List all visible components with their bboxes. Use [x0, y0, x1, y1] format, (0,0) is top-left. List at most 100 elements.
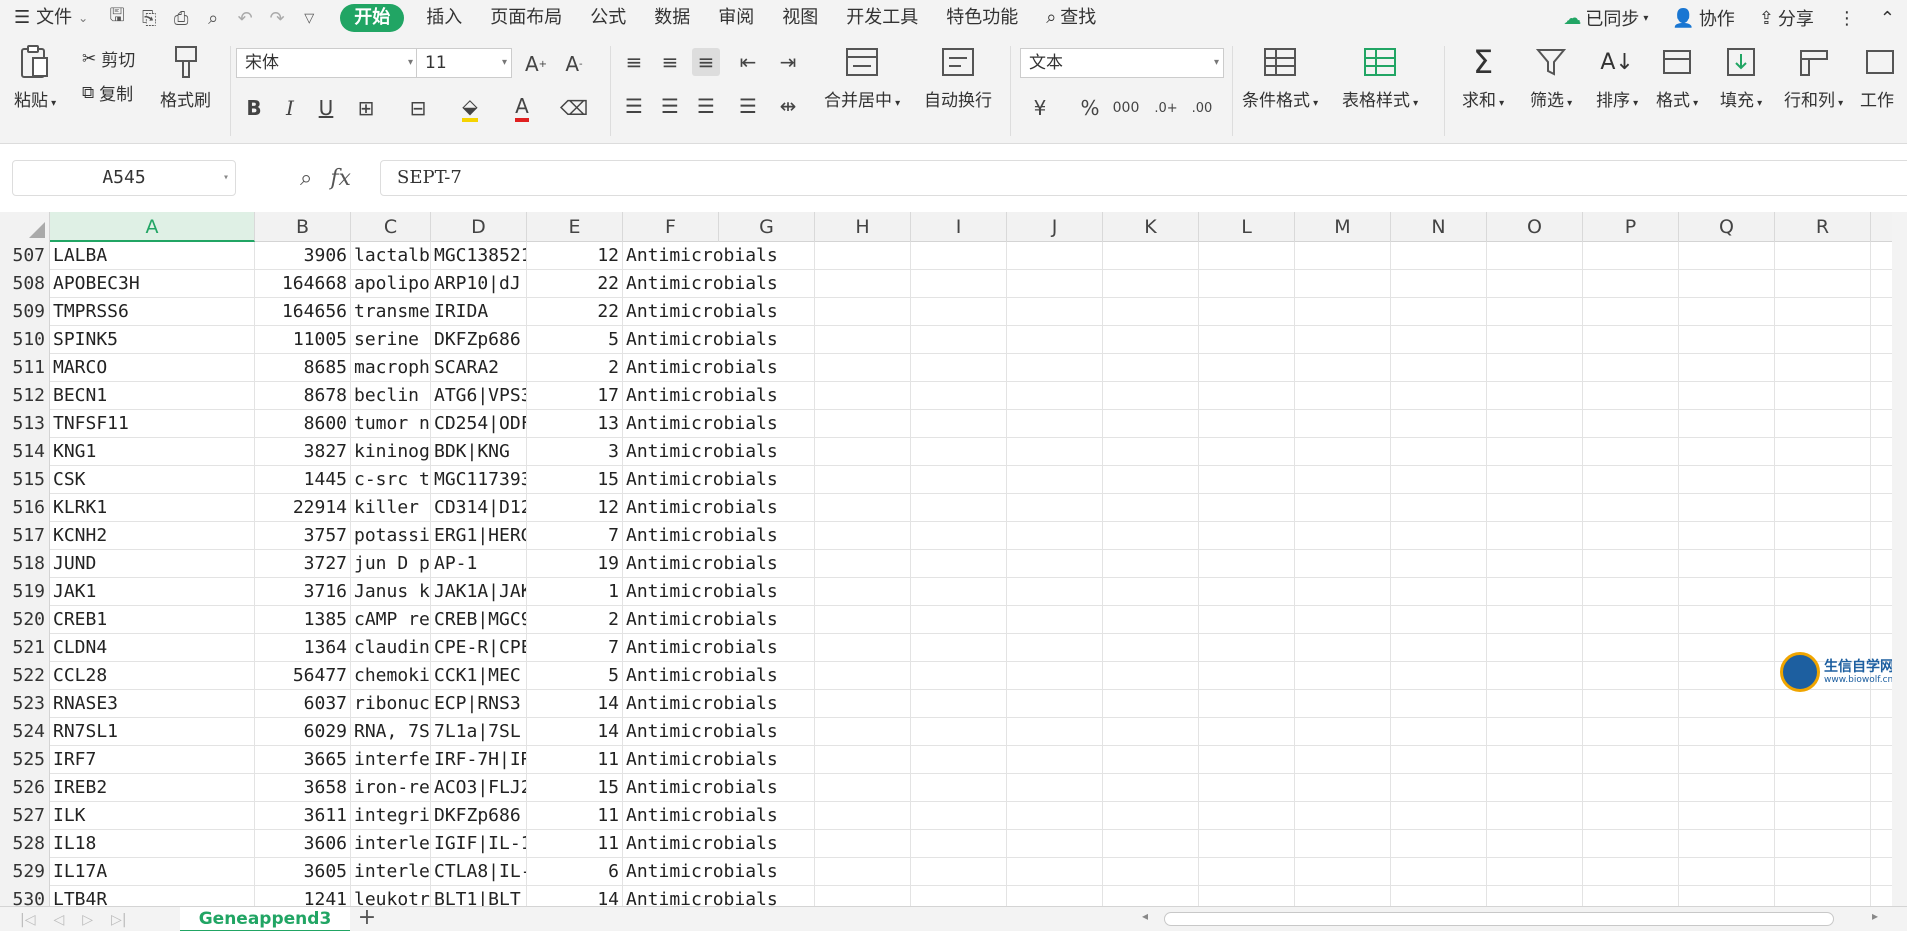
cell-b[interactable]: 164656: [255, 298, 351, 326]
cell-k[interactable]: [1103, 494, 1199, 522]
cell-a[interactable]: CREB1: [50, 606, 255, 634]
cell-c[interactable]: potassium: [351, 522, 431, 550]
cell-h[interactable]: [815, 690, 911, 718]
more-options-button[interactable]: ⋮: [1826, 8, 1868, 29]
cell-p[interactable]: [1583, 382, 1679, 410]
sort-button[interactable]: A↓ 排序 ▾: [1596, 42, 1638, 112]
row-header[interactable]: 524: [0, 718, 50, 746]
cell-p[interactable]: [1583, 354, 1679, 382]
cell-c[interactable]: interfero: [351, 746, 431, 774]
cell-d[interactable]: ECP|RNS3: [431, 690, 527, 718]
cell-h[interactable]: [815, 802, 911, 830]
cell-o[interactable]: [1487, 662, 1583, 690]
cell-e[interactable]: 14: [527, 886, 623, 906]
cell-i[interactable]: [911, 270, 1007, 298]
cell-k[interactable]: [1103, 858, 1199, 886]
cell-r[interactable]: [1775, 438, 1871, 466]
cell-c[interactable]: interleuk: [351, 858, 431, 886]
cell-q[interactable]: [1679, 410, 1775, 438]
cell-k[interactable]: [1103, 690, 1199, 718]
sum-button[interactable]: Σ 求和 ▾: [1462, 42, 1504, 111]
cell-p[interactable]: [1583, 606, 1679, 634]
cell-r[interactable]: [1775, 270, 1871, 298]
cell-j[interactable]: [1007, 606, 1103, 634]
cell-n[interactable]: [1391, 494, 1487, 522]
cell-f[interactable]: Antimicrobials: [623, 830, 778, 858]
column-header-k[interactable]: K: [1103, 212, 1199, 242]
cell-style-icon[interactable]: ⊟: [404, 94, 432, 122]
cell-o[interactable]: [1487, 494, 1583, 522]
cell-n[interactable]: [1391, 858, 1487, 886]
cell-p[interactable]: [1583, 410, 1679, 438]
cell-k[interactable]: [1103, 410, 1199, 438]
first-sheet-icon[interactable]: |◁: [20, 912, 35, 928]
cell-m[interactable]: [1295, 830, 1391, 858]
cell-i[interactable]: [911, 466, 1007, 494]
cell-r[interactable]: [1775, 774, 1871, 802]
cell-m[interactable]: [1295, 858, 1391, 886]
cell-d[interactable]: BLT1|BLT: [431, 886, 527, 906]
cell-n[interactable]: [1391, 606, 1487, 634]
cell-f[interactable]: Antimicrobials: [623, 634, 778, 662]
cell-f[interactable]: Antimicrobials: [623, 494, 778, 522]
cell-a[interactable]: RNASE3: [50, 690, 255, 718]
cell-i[interactable]: [911, 354, 1007, 382]
cell-j[interactable]: [1007, 830, 1103, 858]
cell-d[interactable]: CTLA8|IL-: [431, 858, 527, 886]
cell-a[interactable]: LTB4R: [50, 886, 255, 906]
cell-a[interactable]: APOBEC3H: [50, 270, 255, 298]
cell-k[interactable]: [1103, 354, 1199, 382]
cell-n[interactable]: [1391, 438, 1487, 466]
cell-n[interactable]: [1391, 830, 1487, 858]
cell-o[interactable]: [1487, 382, 1583, 410]
cell-i[interactable]: [911, 522, 1007, 550]
row-header[interactable]: 507: [0, 242, 50, 270]
cell-b[interactable]: 3906: [255, 242, 351, 270]
cell-a[interactable]: KLRK1: [50, 494, 255, 522]
cell-p[interactable]: [1583, 550, 1679, 578]
borders-icon[interactable]: ⊞: [352, 94, 380, 122]
cell-i[interactable]: [911, 802, 1007, 830]
cell-e[interactable]: 11: [527, 802, 623, 830]
cell-o[interactable]: [1487, 354, 1583, 382]
cell-h[interactable]: [815, 438, 911, 466]
next-sheet-icon[interactable]: ▷: [82, 912, 93, 928]
column-header-f[interactable]: F: [623, 212, 719, 242]
cell-e[interactable]: 11: [527, 830, 623, 858]
cell-e[interactable]: 3: [527, 438, 623, 466]
cell-e[interactable]: 5: [527, 662, 623, 690]
cell-i[interactable]: [911, 690, 1007, 718]
cell-m[interactable]: [1295, 690, 1391, 718]
scroll-right-icon[interactable]: ▸: [1872, 909, 1878, 923]
cell-o[interactable]: [1487, 578, 1583, 606]
cell-o[interactable]: [1487, 326, 1583, 354]
cell-e[interactable]: 7: [527, 522, 623, 550]
cell-c[interactable]: killer ce: [351, 494, 431, 522]
font-color-icon[interactable]: A: [508, 94, 536, 122]
cell-c[interactable]: transmembrane: [351, 298, 431, 326]
cell-f[interactable]: Antimicrobials: [623, 410, 778, 438]
cell-g[interactable]: [719, 354, 815, 382]
cell-r[interactable]: [1775, 690, 1871, 718]
cell-p[interactable]: [1583, 494, 1679, 522]
table-style-button[interactable]: 表格样式 ▾: [1342, 42, 1418, 111]
cell-g[interactable]: [719, 242, 815, 270]
tab-developer[interactable]: 开发工具: [832, 0, 932, 36]
cell-f[interactable]: Antimicrobials: [623, 690, 778, 718]
horizontal-scrollbar[interactable]: ◂ ▸: [1140, 909, 1880, 927]
cell-m[interactable]: [1295, 270, 1391, 298]
cell-c[interactable]: serine pe: [351, 326, 431, 354]
cell-b[interactable]: 1241: [255, 886, 351, 906]
cell-b[interactable]: 1364: [255, 634, 351, 662]
cell-p[interactable]: [1583, 298, 1679, 326]
cell-c[interactable]: interleuk: [351, 830, 431, 858]
cell-d[interactable]: 7L1a|7SL: [431, 718, 527, 746]
cell-i[interactable]: [911, 606, 1007, 634]
bold-icon[interactable]: B: [240, 94, 268, 122]
cell-q[interactable]: [1679, 662, 1775, 690]
cell-j[interactable]: [1007, 634, 1103, 662]
column-header-m[interactable]: M: [1295, 212, 1391, 242]
cell-d[interactable]: AP-1: [431, 550, 527, 578]
column-header-i[interactable]: I: [911, 212, 1007, 242]
cell-l[interactable]: [1199, 662, 1295, 690]
